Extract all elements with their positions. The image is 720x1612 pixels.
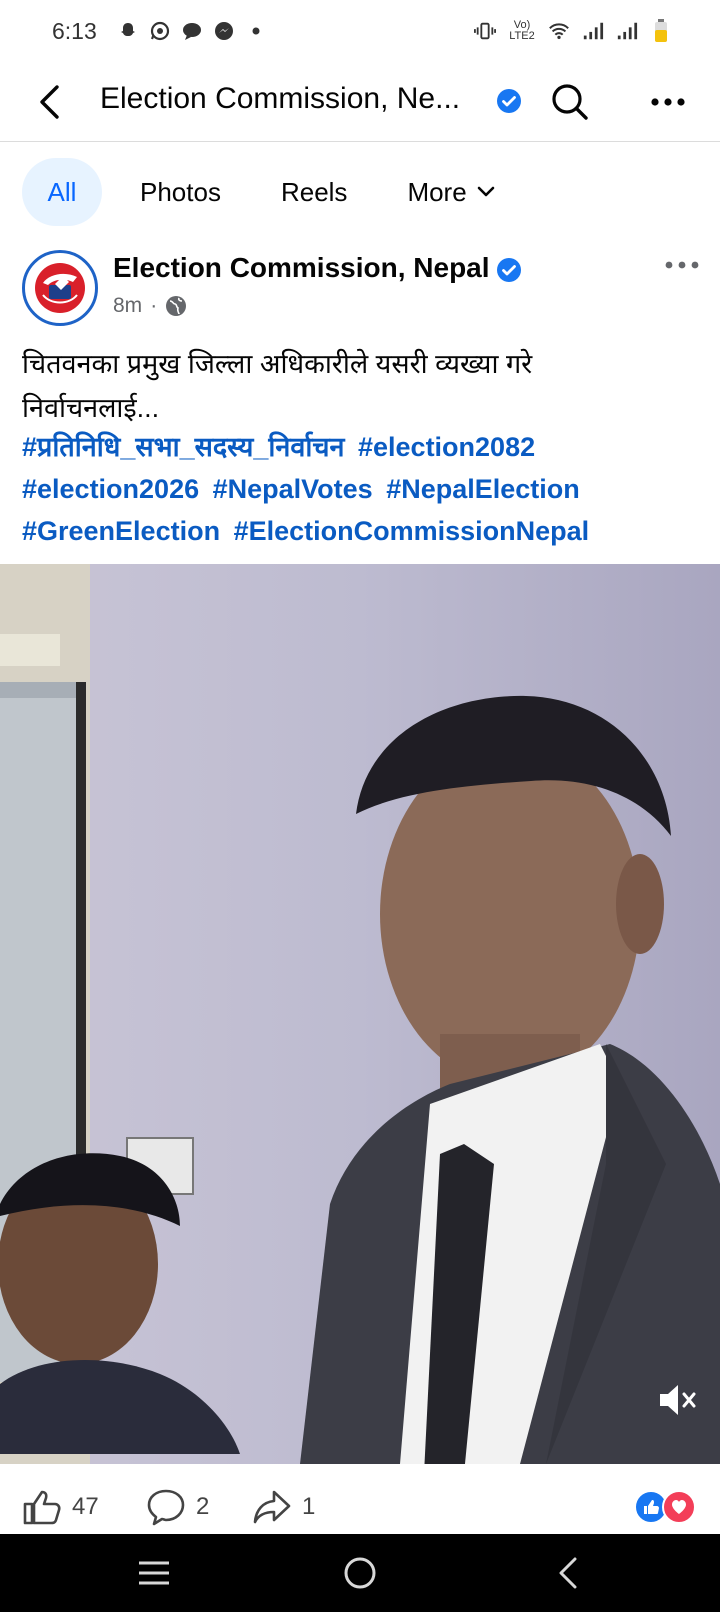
signal-icon [582,20,604,42]
status-right: Vo) LTE2 [474,19,672,42]
system-nav-bar [0,1534,720,1612]
home-button[interactable] [332,1548,388,1598]
comment-icon [147,1489,185,1526]
network-label: Vo) LTE2 [509,19,535,42]
like-count: 47 [72,1493,99,1520]
whatsapp-icon [149,20,171,42]
chevron-left-icon [40,85,59,119]
snapchat-icon [117,20,139,42]
meta-separator: · [150,294,158,317]
tab-reels[interactable]: Reels [281,158,347,226]
tab-more[interactable]: More [407,158,494,226]
search-button[interactable] [548,80,592,124]
hashtag-link[interactable]: #election2026 [22,474,199,504]
battery-icon [650,19,672,42]
post-text-line: निर्वाचनलाई... [22,393,160,423]
signal-icon [616,20,638,42]
avatar[interactable] [22,250,98,326]
messenger-icon [213,20,235,42]
chevron-down-icon [477,186,494,197]
tab-photos[interactable]: Photos [140,158,221,226]
video-frame [0,564,720,1464]
back-arrow-icon [559,1557,577,1589]
recent-apps-icon [139,1561,169,1585]
more-options-button[interactable] [646,80,690,124]
post-text-line: चितवनका प्रमुख जिल्ला अधिकारीले यसरी व्य… [22,349,533,379]
tab-all[interactable]: All [22,158,102,226]
love-reaction-icon [662,1490,696,1524]
verified-badge-icon [496,88,522,119]
system-back-button[interactable] [540,1548,596,1598]
election-commission-logo-icon [30,258,90,318]
hashtag-link[interactable]: #NepalVotes [213,474,373,504]
hashtag-link[interactable]: #GreenElection [22,516,220,546]
video-player[interactable] [0,564,720,1464]
hashtag-link[interactable]: #NepalElection [386,474,580,504]
vibrate-icon [474,20,496,42]
post-text[interactable]: चितवनका प्रमुख जिल्ला अधिकारीले यसरी व्य… [22,342,702,430]
more-dots-icon [665,261,699,269]
reaction-summary[interactable] [634,1490,696,1524]
comment-button[interactable]: 2 [146,1488,209,1526]
back-button[interactable] [28,80,72,124]
share-count: 1 [302,1493,316,1520]
more-dots-icon [651,98,685,106]
like-button[interactable]: 47 [22,1488,99,1526]
filter-tabs: All Photos Reels More [22,158,495,226]
status-bar: 6:13 Vo) LTE2 [0,0,720,62]
search-icon [552,84,588,120]
comment-count: 2 [196,1493,210,1520]
hashtag-link[interactable]: #प्रतिनिधि_सभा_सदस्य_निर्वाचन [22,432,344,462]
hashtag-link[interactable]: #election2082 [358,432,535,462]
hashtag-list: #प्रतिनिधि_सभा_सदस्य_निर्वाचन #election2… [22,426,712,552]
post-author-name[interactable]: Election Commission, Nepal [113,252,490,284]
post-time[interactable]: 8m [113,294,142,318]
tab-more-label: More [407,176,467,207]
home-icon [344,1557,376,1589]
page-header: Election Commission, Ne... [0,62,720,142]
dot-icon [245,20,267,42]
post-more-button[interactable] [660,250,704,280]
status-time: 6:13 [52,17,97,44]
share-icon [253,1490,291,1524]
volume-muted-icon [660,1385,696,1415]
status-left: 6:13 [52,18,267,45]
hashtag-link[interactable]: #ElectionCommissionNepal [234,516,590,546]
post-meta: 8m · [113,294,187,318]
globe-icon [166,296,187,316]
thumbs-up-icon [23,1490,61,1525]
chat-icon [181,20,203,42]
recent-apps-button[interactable] [126,1548,182,1598]
wifi-icon [548,20,570,42]
mute-button[interactable] [656,1380,700,1420]
page-title: Election Commission, Ne... [100,82,461,115]
verified-badge-icon [496,257,522,288]
share-button[interactable]: 1 [252,1488,315,1526]
